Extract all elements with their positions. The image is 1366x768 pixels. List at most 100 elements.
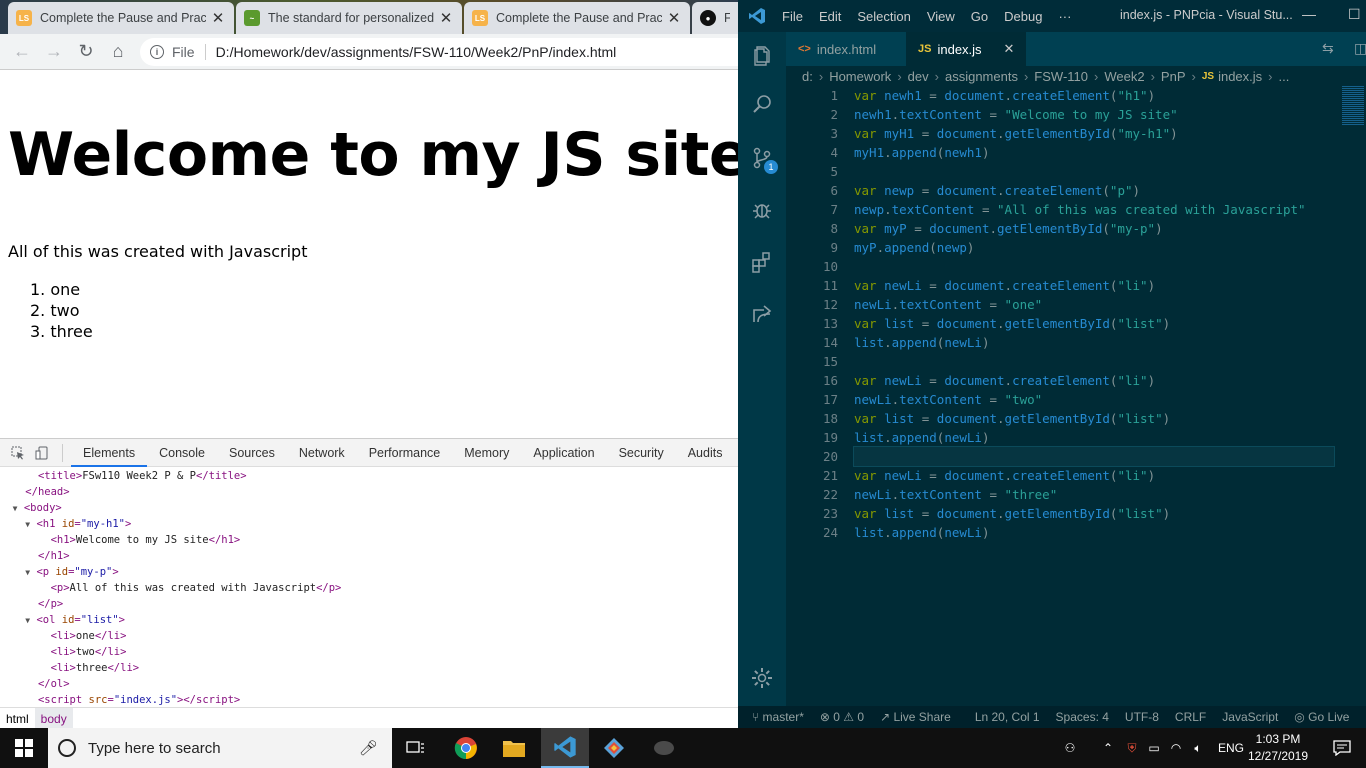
- device-toolbar-icon[interactable]: [34, 445, 50, 461]
- tab-security[interactable]: Security: [607, 439, 676, 467]
- close-icon[interactable]: ✕: [1004, 41, 1015, 57]
- explorer-icon[interactable]: [738, 32, 786, 80]
- tab-sources[interactable]: Sources: [217, 439, 287, 467]
- tab-elements[interactable]: Elements: [71, 439, 148, 467]
- dom-node[interactable]: <li>two</li>: [0, 644, 738, 660]
- defender-icon[interactable]: ⛨: [1122, 741, 1142, 756]
- dom-node[interactable]: <p>All of this was created with Javascri…: [0, 580, 738, 596]
- app-taskbar-icon[interactable]: [640, 728, 688, 768]
- problems-status[interactable]: ⊗ 0 ⚠ 0: [820, 710, 864, 724]
- dom-tree[interactable]: <title>FSw110 Week2 P & P</title> </head…: [0, 468, 738, 706]
- code-line[interactable]: var list = document.getElementById("list…: [854, 504, 1354, 523]
- breadcrumb-item[interactable]: Homework: [829, 69, 891, 84]
- search-icon[interactable]: [738, 80, 786, 128]
- code-line[interactable]: [854, 162, 1354, 181]
- close-icon[interactable]: ✕: [666, 9, 682, 27]
- tab-audits[interactable]: Audits: [676, 439, 735, 467]
- minimize-icon[interactable]: —: [1302, 6, 1316, 22]
- code-line[interactable]: newh1.textContent = "Welcome to my JS si…: [854, 105, 1354, 124]
- source-control-icon[interactable]: 1: [738, 134, 786, 182]
- wifi-icon[interactable]: ◠: [1166, 741, 1186, 755]
- minimap[interactable]: [1342, 86, 1364, 126]
- code-text[interactable]: var newh1 = document.createElement("h1")…: [853, 86, 1354, 542]
- taskbar-clock[interactable]: 1:03 PM 12/27/2019: [1246, 731, 1310, 765]
- maximize-icon[interactable]: ☐: [1348, 6, 1361, 23]
- dom-node[interactable]: <li>one</li>: [0, 628, 738, 644]
- code-line[interactable]: [854, 352, 1354, 371]
- code-line[interactable]: var newLi = document.createElement("li"): [854, 371, 1354, 390]
- volume-icon[interactable]: 🔈︎: [1188, 741, 1208, 756]
- breadcrumb-body[interactable]: body: [34, 707, 73, 728]
- dom-node[interactable]: ▼ <body>: [0, 500, 738, 516]
- git-branch-status[interactable]: ⑂ master*: [752, 710, 804, 724]
- url-text[interactable]: D:/Homework/dev/assignments/FSW-110/Week…: [216, 44, 617, 60]
- dom-node[interactable]: ▼ <p id="my-p">: [0, 564, 738, 580]
- breadcrumb-item[interactable]: dev: [908, 69, 929, 84]
- encoding-status[interactable]: UTF-8: [1125, 710, 1159, 724]
- indentation-status[interactable]: Spaces: 4: [1056, 710, 1109, 724]
- input-language[interactable]: ENG: [1218, 741, 1244, 755]
- microphone-icon[interactable]: 🎤︎: [359, 739, 378, 757]
- people-icon[interactable]: ⚇: [1060, 741, 1080, 755]
- close-icon[interactable]: ✕: [438, 9, 454, 27]
- breadcrumb-html[interactable]: html: [0, 712, 35, 726]
- dom-node[interactable]: ▼ <ol id="list">: [0, 612, 738, 628]
- tab-performance[interactable]: Performance: [357, 439, 453, 467]
- dom-node[interactable]: <script src="index.js"></script>: [0, 692, 738, 706]
- menu-go[interactable]: Go: [971, 9, 988, 24]
- code-line[interactable]: myH1.append(newh1): [854, 143, 1354, 162]
- dom-node[interactable]: <li>three</li>: [0, 660, 738, 676]
- dom-node[interactable]: <h1>Welcome to my JS site</h1>: [0, 532, 738, 548]
- menu-more[interactable]: ···: [1058, 9, 1071, 24]
- editor-tab-index-html[interactable]: <> index.html: [786, 32, 906, 66]
- dom-node[interactable]: </h1>: [0, 548, 738, 564]
- tab-application[interactable]: Application: [521, 439, 606, 467]
- breadcrumb-item[interactable]: assignments: [945, 69, 1018, 84]
- chrome-taskbar-icon[interactable]: [442, 728, 490, 768]
- tab-network[interactable]: Network: [287, 439, 357, 467]
- gear-icon[interactable]: [738, 654, 786, 702]
- code-line[interactable]: myP.append(newp): [854, 238, 1354, 257]
- forward-arrow-icon[interactable]: →: [38, 36, 70, 68]
- code-line[interactable]: newLi.textContent = "one": [854, 295, 1354, 314]
- live-share-icon[interactable]: [738, 290, 786, 338]
- inspect-element-icon[interactable]: [10, 445, 26, 461]
- breadcrumb-item[interactable]: FSW-110: [1034, 69, 1088, 84]
- compare-changes-icon[interactable]: ⇆: [1322, 40, 1334, 57]
- code-line[interactable]: var myH1 = document.getElementById("my-h…: [854, 124, 1354, 143]
- taskbar-search-box[interactable]: Type here to search 🎤︎: [48, 728, 392, 768]
- menu-file[interactable]: File: [782, 9, 803, 24]
- code-line[interactable]: newLi.textContent = "two": [854, 390, 1354, 409]
- browser-tab[interactable]: ~ The standard for personalized ✕: [236, 2, 462, 34]
- code-line[interactable]: var list = document.getElementById("list…: [854, 409, 1354, 428]
- eol-status[interactable]: CRLF: [1175, 710, 1206, 724]
- tab-memory[interactable]: Memory: [452, 439, 521, 467]
- browser-tab[interactable]: LS Complete the Pause and Practi ✕: [464, 2, 690, 34]
- dom-node[interactable]: </p>: [0, 596, 738, 612]
- code-line[interactable]: var myP = document.getElementById("my-p"…: [854, 219, 1354, 238]
- task-view-icon[interactable]: [392, 728, 440, 768]
- menu-debug[interactable]: Debug: [1004, 9, 1042, 24]
- menu-edit[interactable]: Edit: [819, 9, 841, 24]
- file-explorer-icon[interactable]: [490, 728, 538, 768]
- menu-view[interactable]: View: [927, 9, 955, 24]
- code-line[interactable]: var newLi = document.createElement("li"): [854, 466, 1354, 485]
- git-app-icon[interactable]: [590, 728, 638, 768]
- home-icon[interactable]: ⌂: [102, 36, 134, 68]
- menu-selection[interactable]: Selection: [857, 9, 910, 24]
- info-icon[interactable]: i: [150, 45, 164, 59]
- go-live-button[interactable]: ◎ Go Live: [1294, 710, 1349, 724]
- browser-tab[interactable]: ● FS: [692, 2, 738, 34]
- browser-tab[interactable]: LS Complete the Pause and Practi ✕: [8, 2, 234, 34]
- dom-node[interactable]: <title>FSw110 Week2 P & P</title>: [0, 468, 738, 484]
- back-arrow-icon[interactable]: ←: [6, 36, 38, 68]
- tab-console[interactable]: Console: [147, 439, 217, 467]
- code-line[interactable]: list.append(newLi): [854, 333, 1354, 352]
- code-line[interactable]: list.append(newLi): [854, 428, 1354, 447]
- extensions-icon[interactable]: [738, 238, 786, 286]
- breadcrumb-item[interactable]: Week2: [1104, 69, 1144, 84]
- debug-icon[interactable]: [738, 186, 786, 234]
- code-line[interactable]: [854, 257, 1354, 276]
- chevron-up-icon[interactable]: ⌃: [1098, 741, 1118, 755]
- dom-node[interactable]: ▼ <h1 id="my-h1">: [0, 516, 738, 532]
